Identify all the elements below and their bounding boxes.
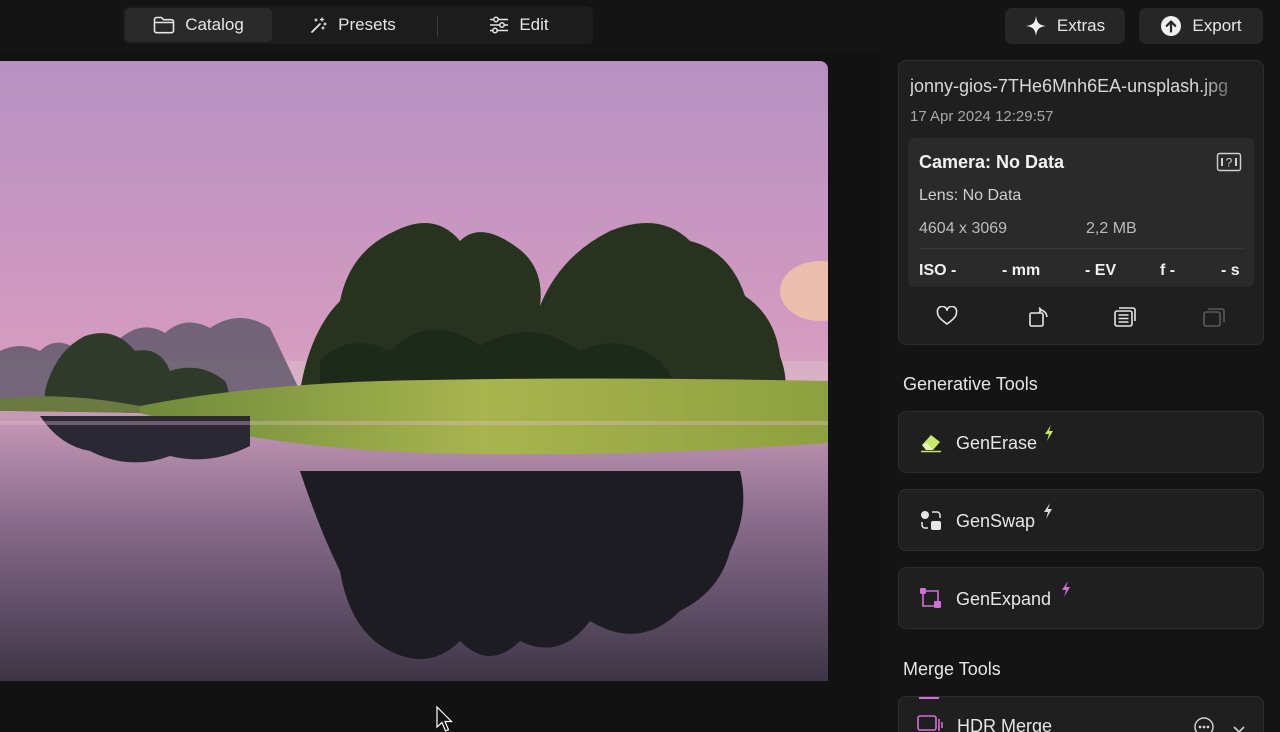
magic-wand-icon [310,16,328,34]
help-icon[interactable]: ? [1216,152,1242,177]
hdr-merge-label: HDR Merge [957,716,1053,732]
tab-catalog[interactable]: Catalog [125,8,272,42]
duplicate-icon[interactable] [1113,306,1137,333]
file-size: 2,2 MB [1086,220,1137,237]
stack-icon[interactable] [1202,306,1226,333]
extras-button[interactable]: Extras [1005,8,1125,44]
hdr-layers-icon [917,715,943,732]
image-dimensions: 4604 x 3069 [919,220,1008,237]
lightning-icon [1044,425,1054,446]
sliders-icon [489,16,509,34]
folder-icon [153,16,175,34]
mouse-cursor-icon [436,705,454,732]
exif-shutter: - s [1221,262,1240,279]
eraser-icon [919,431,943,458]
metadata-divider [919,248,1243,249]
file-name: jonny-gios-7THe6Mnh6EA-unsplash.jpg [910,76,1229,96]
sparkle-icon [1025,15,1047,37]
genswap-button[interactable]: GenSwap [898,489,1264,551]
more-options-icon[interactable] [1194,717,1214,732]
generase-label: GenErase [956,433,1038,453]
tab-divider [437,15,438,37]
expand-crop-icon [919,587,943,614]
hdr-merge-button[interactable]: HDR Merge [898,696,1264,732]
export-button[interactable]: Export [1139,8,1263,44]
camera-metadata: Camera: No Data ? Lens: No Data 4604 x 3… [908,138,1254,287]
upload-circle-icon [1160,15,1182,37]
chevron-down-icon[interactable] [1232,722,1246,732]
lightning-icon [1061,581,1071,602]
genswap-label: GenSwap [956,511,1036,531]
generase-button[interactable]: GenErase [898,411,1264,473]
svg-text:?: ? [1226,156,1233,170]
tab-edit-label: Edit [519,15,549,34]
top-bar: Catalog Presets Edit Extras Export [0,0,1280,52]
tab-edit[interactable]: Edit [453,8,585,42]
exif-exposure: - EV [1085,262,1117,279]
tab-presets[interactable]: Presets [283,8,423,42]
camera-model: Camera: No Data [919,152,1065,172]
extras-label: Extras [1056,16,1106,35]
tab-presets-label: Presets [338,15,396,34]
image-info-card: jonny-gios-7THe6Mnh6EA-unsplash.jpg 17 A… [898,60,1264,345]
genexpand-label: GenExpand [956,589,1052,609]
exif-iso: ISO - [919,262,957,279]
genexpand-button[interactable]: GenExpand [898,567,1264,629]
merge-tools-heading: Merge Tools [903,659,1001,679]
tab-catalog-label: Catalog [185,15,244,34]
lightning-icon [1043,503,1053,524]
exif-focal-length: - mm [1002,262,1041,279]
rotate-icon[interactable] [1028,306,1050,333]
lens-model: Lens: No Data [919,187,1022,204]
generative-tools-heading: Generative Tools [903,374,1038,394]
file-date: 17 Apr 2024 12:29:57 [910,108,1054,125]
view-switcher: Catalog Presets Edit [123,6,593,44]
hdr-accent-strip [919,697,939,699]
exif-aperture: f - [1160,262,1176,279]
swap-shapes-icon [919,509,943,536]
photo-preview[interactable] [0,61,828,681]
export-label: Export [1192,16,1242,35]
favorite-heart-icon[interactable] [936,305,958,331]
